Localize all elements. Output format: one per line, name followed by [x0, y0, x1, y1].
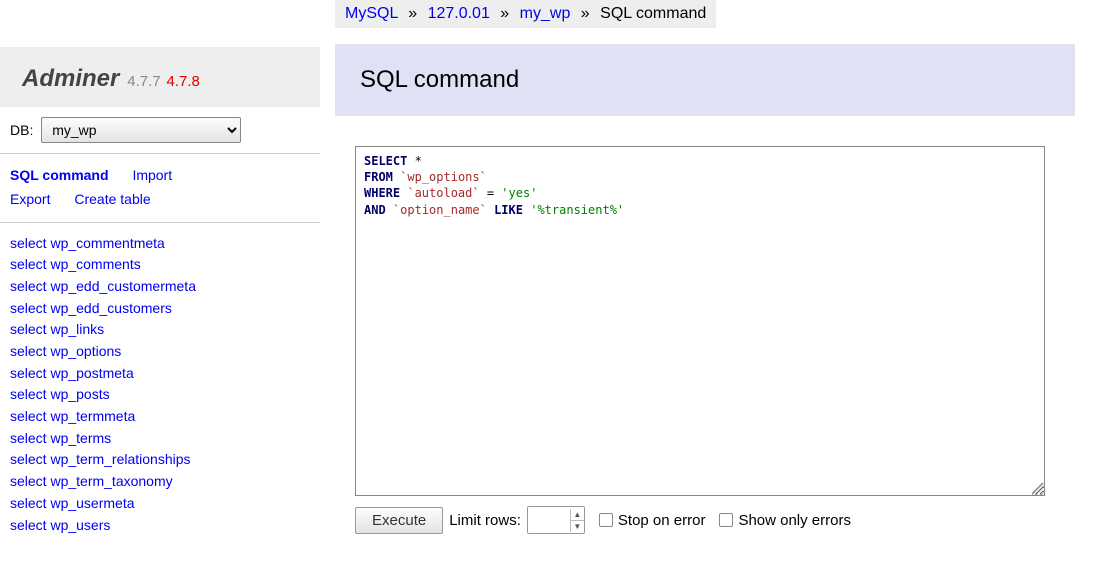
table-link[interactable]: select wp_links: [10, 319, 310, 341]
app-latest-version: 4.7.8: [167, 73, 200, 90]
app-logo: Adminer 4.7.7 4.7.8: [0, 47, 320, 107]
breadcrumb-current: SQL command: [600, 5, 706, 22]
table-link[interactable]: select wp_termmeta: [10, 406, 310, 428]
sql-token: =: [480, 186, 502, 200]
side-links: SQL command Import Export Create table: [0, 154, 320, 223]
sql-identifier: `autoload`: [407, 186, 479, 200]
sql-keyword: WHERE: [364, 186, 400, 200]
table-link[interactable]: select wp_term_taxonomy: [10, 471, 310, 493]
table-list: select wp_commentmeta select wp_comments…: [0, 223, 320, 547]
limit-rows-label: Limit rows:: [449, 512, 521, 529]
sql-keyword: LIKE: [494, 203, 523, 217]
table-link[interactable]: select wp_terms: [10, 428, 310, 450]
breadcrumb-server-type[interactable]: MySQL: [345, 5, 398, 22]
table-link[interactable]: select wp_users: [10, 515, 310, 537]
sql-string: '%transient%': [530, 203, 624, 217]
table-link[interactable]: select wp_posts: [10, 384, 310, 406]
spinner-buttons: ▲ ▼: [570, 509, 584, 532]
execute-button[interactable]: Execute: [355, 507, 443, 534]
spinner-down-icon[interactable]: ▼: [571, 521, 584, 532]
sql-string: 'yes': [501, 186, 537, 200]
link-export[interactable]: Export: [10, 188, 50, 212]
sql-keyword: FROM: [364, 170, 393, 184]
sidebar: Adminer 4.7.7 4.7.8 DB: my_wp SQL comman…: [0, 0, 320, 546]
db-select[interactable]: my_wp: [41, 117, 241, 143]
db-label: DB:: [10, 122, 33, 138]
limit-rows-input-wrap: ▲ ▼: [527, 506, 585, 534]
breadcrumb-db[interactable]: my_wp: [520, 5, 571, 22]
table-link[interactable]: select wp_edd_customers: [10, 298, 310, 320]
sql-token: *: [407, 154, 421, 168]
sql-identifier: `option_name`: [393, 203, 487, 217]
link-import[interactable]: Import: [132, 164, 172, 188]
breadcrumb: MySQL » 127.0.01 » my_wp » SQL command: [335, 0, 716, 28]
table-link[interactable]: select wp_usermeta: [10, 493, 310, 515]
sql-identifier: `wp_options`: [400, 170, 487, 184]
table-link[interactable]: select wp_options: [10, 341, 310, 363]
spinner-up-icon[interactable]: ▲: [571, 509, 584, 521]
table-link[interactable]: select wp_comments: [10, 254, 310, 276]
show-only-errors-checkbox[interactable]: [719, 513, 733, 527]
sql-controls: Execute Limit rows: ▲ ▼ Stop on error Sh…: [355, 506, 1075, 534]
app-name: Adminer: [22, 65, 119, 92]
breadcrumb-sep: »: [500, 5, 509, 22]
app-version: 4.7.7: [127, 73, 160, 90]
breadcrumb-sep: »: [581, 5, 590, 22]
breadcrumb-host[interactable]: 127.0.01: [428, 5, 490, 22]
main-content: SQL command SELECT * FROM `wp_options` W…: [335, 44, 1075, 534]
table-link[interactable]: select wp_postmeta: [10, 363, 310, 385]
breadcrumb-sep: »: [408, 5, 417, 22]
sql-keyword: AND: [364, 203, 386, 217]
table-link[interactable]: select wp_term_relationships: [10, 449, 310, 471]
sql-keyword: SELECT: [364, 154, 407, 168]
link-create-table[interactable]: Create table: [74, 188, 150, 212]
limit-rows-input[interactable]: [528, 508, 570, 532]
stop-on-error-checkbox[interactable]: [599, 513, 613, 527]
page-title: SQL command: [335, 44, 1075, 116]
sql-textarea[interactable]: SELECT * FROM `wp_options` WHERE `autolo…: [355, 146, 1045, 496]
db-selector-row: DB: my_wp: [0, 107, 320, 154]
show-only-errors-label: Show only errors: [738, 512, 851, 529]
table-link[interactable]: select wp_commentmeta: [10, 233, 310, 255]
table-link[interactable]: select wp_edd_customermeta: [10, 276, 310, 298]
link-sql-command[interactable]: SQL command: [10, 164, 109, 188]
stop-on-error-label: Stop on error: [618, 512, 706, 529]
